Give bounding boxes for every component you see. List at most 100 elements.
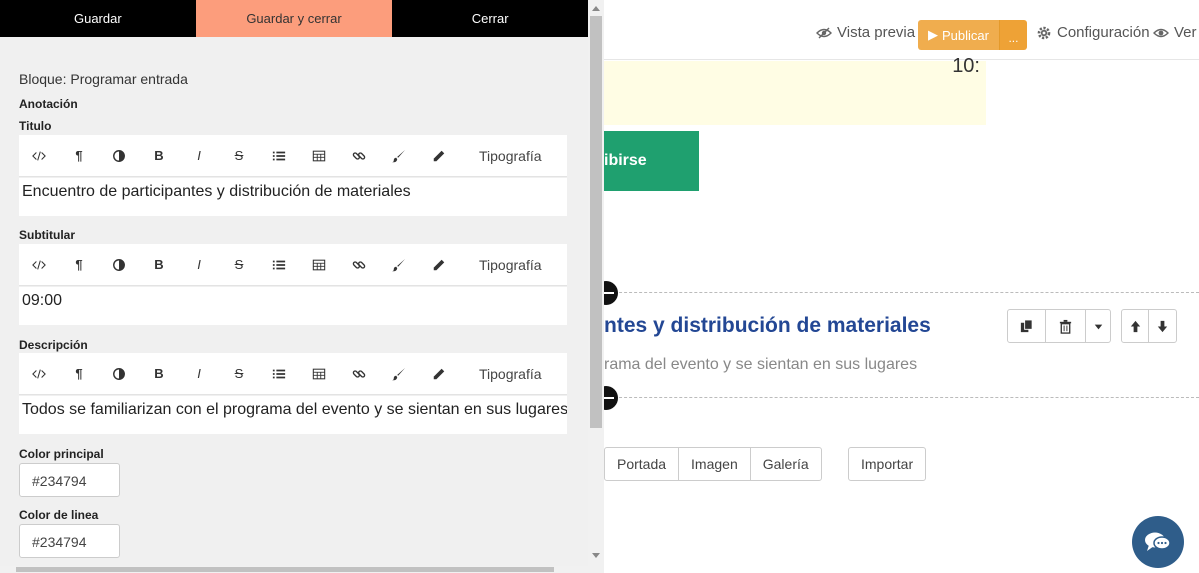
line-color-input[interactable]: #234794 (19, 524, 120, 558)
panel-horizontal-scrollbar[interactable] (0, 566, 588, 573)
panel-vertical-scrollbar[interactable] (588, 0, 604, 573)
publish-more-button[interactable]: ... (998, 20, 1027, 50)
table-button[interactable] (299, 353, 339, 395)
strikethrough-button[interactable]: S (219, 353, 259, 395)
typography-button[interactable]: Tipografía (459, 244, 552, 286)
link-button[interactable] (339, 135, 379, 177)
typography-button[interactable]: Tipografía (459, 135, 552, 177)
close-button[interactable]: Cerrar (392, 0, 588, 37)
color-button[interactable] (99, 353, 139, 395)
save-close-button[interactable]: Guardar y cerrar (195, 0, 393, 37)
list-button[interactable] (259, 353, 299, 395)
contrast-icon (113, 367, 125, 380)
schedule-block-title: ntes y distribución de materiales (604, 314, 931, 337)
import-group: Importar (848, 447, 927, 481)
color-button[interactable] (99, 135, 139, 177)
subtitle-toolbar: ¶ B I S Tipografía (19, 244, 567, 286)
link-button[interactable] (339, 353, 379, 395)
pencil-icon (433, 259, 445, 270)
subtitle-field[interactable]: 09:00 (19, 287, 567, 325)
main-color-label: Color principal (19, 447, 104, 461)
publish-group: ▶ Publicar ... (918, 20, 1027, 50)
publish-label: Publicar (942, 27, 989, 43)
preview-button[interactable]: Vista previa (816, 24, 915, 41)
source-code-button[interactable] (19, 135, 59, 177)
save-button[interactable]: Guardar (0, 0, 196, 37)
vertical-scroll-thumb[interactable] (590, 16, 602, 428)
publish-button[interactable]: ▶ Publicar (918, 20, 999, 50)
link-icon (352, 369, 366, 378)
table-button[interactable] (299, 244, 339, 286)
main-color-input[interactable]: #234794 (19, 463, 120, 497)
strikethrough-button[interactable]: S (219, 244, 259, 286)
page-editor: Vista previa ▶ Publicar ... Configuració… (594, 0, 1199, 573)
table-icon (312, 150, 326, 161)
play-icon: ▶ (928, 27, 938, 42)
block-name: Bloque: Programar entrada (19, 71, 188, 87)
strikethrough-button[interactable]: S (219, 135, 259, 177)
pencil-button[interactable] (419, 135, 459, 177)
yellow-block-text: 10: (952, 55, 980, 77)
table-icon (312, 259, 326, 270)
paragraph-button[interactable]: ¶ (59, 353, 99, 395)
horizontal-scroll-thumb[interactable] (16, 567, 554, 572)
italic-button[interactable]: I (179, 353, 219, 395)
view-button[interactable]: Ver (1153, 24, 1197, 41)
pencil-button[interactable] (419, 353, 459, 395)
subtitle-label: Subtitular (19, 228, 75, 242)
settings-button[interactable]: Configuración (1036, 24, 1150, 41)
link-icon (352, 260, 366, 269)
move-up-button[interactable] (1122, 310, 1149, 342)
description-label: Descripción (19, 338, 88, 352)
annotation-label: Anotación (19, 97, 78, 111)
scroll-up-icon[interactable] (592, 6, 600, 11)
bold-icon: B (154, 148, 164, 163)
eye-icon (1153, 28, 1169, 37)
bold-button[interactable]: B (139, 353, 179, 395)
list-button[interactable] (259, 244, 299, 286)
title-label: Titulo (19, 119, 52, 133)
block-dropdown-button[interactable] (1086, 310, 1110, 342)
view-label: Ver (1174, 24, 1197, 41)
brush-button[interactable] (379, 135, 419, 177)
preview-label: Vista previa (837, 24, 916, 41)
panel-action-bar: Guardar Guardar y cerrar Cerrar (0, 0, 588, 37)
list-button[interactable] (259, 135, 299, 177)
brush-button[interactable] (379, 244, 419, 286)
title-field[interactable]: Encuentro de participantes y distribució… (19, 178, 567, 216)
color-button[interactable] (99, 244, 139, 286)
gear-icon (1037, 26, 1051, 39)
block-bottom-divider (604, 397, 1199, 398)
subscribe-button[interactable]: ibirse (604, 131, 699, 191)
source-code-button[interactable] (19, 353, 59, 395)
copy-block-button[interactable] (1008, 310, 1046, 342)
code-icon (32, 259, 46, 270)
chat-button[interactable] (1132, 516, 1184, 568)
typography-button[interactable]: Tipografía (459, 353, 552, 395)
italic-icon: I (197, 148, 201, 163)
paragraph-button[interactable]: ¶ (59, 135, 99, 177)
link-button[interactable] (339, 244, 379, 286)
description-field[interactable]: Todos se familiarizan con el programa de… (19, 396, 567, 434)
import-button[interactable]: Importar (849, 448, 925, 480)
bold-button[interactable]: B (139, 244, 179, 286)
tab-portada[interactable]: Portada (605, 448, 680, 480)
scroll-down-icon[interactable] (592, 553, 600, 558)
brush-button[interactable] (379, 353, 419, 395)
paint-brush-icon (392, 367, 406, 380)
pencil-button[interactable] (419, 244, 459, 286)
tab-imagen[interactable]: Imagen (679, 448, 751, 480)
table-button[interactable] (299, 135, 339, 177)
paragraph-button[interactable]: ¶ (59, 244, 99, 286)
italic-icon: I (197, 366, 201, 381)
source-code-button[interactable] (19, 244, 59, 286)
bold-button[interactable]: B (139, 135, 179, 177)
tab-galeria[interactable]: Galería (751, 448, 821, 480)
block-edit-panel: Guardar Guardar y cerrar Cerrar Bloque: … (0, 0, 588, 573)
block-top-divider (604, 292, 1199, 293)
italic-button[interactable]: I (179, 244, 219, 286)
move-down-button[interactable] (1149, 310, 1176, 342)
delete-block-button[interactable] (1046, 310, 1086, 342)
italic-button[interactable]: I (179, 135, 219, 177)
code-icon (32, 368, 46, 379)
